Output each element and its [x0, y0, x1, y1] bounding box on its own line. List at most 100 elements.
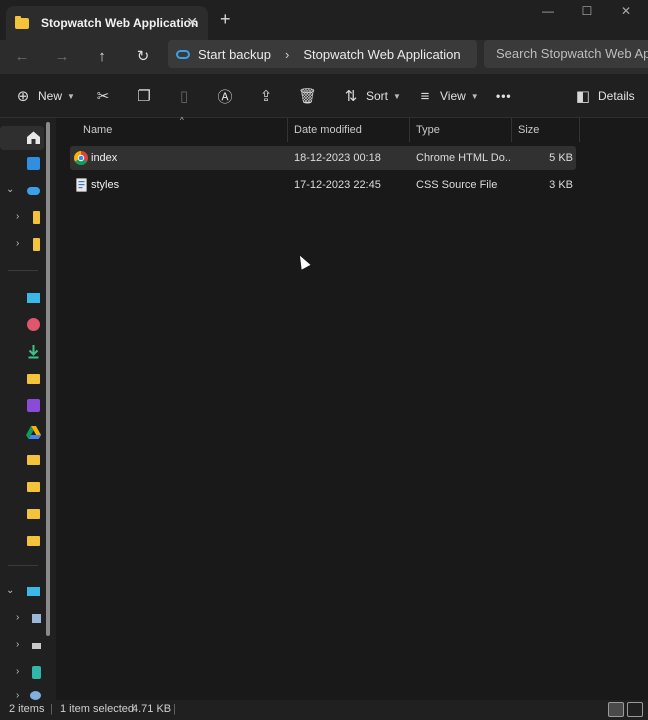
sidebar-item-google-drive[interactable] — [0, 421, 44, 445]
forward-button[interactable]: → — [50, 45, 74, 69]
chevron-right-icon: › — [16, 211, 20, 222]
chevron-right-icon: › — [16, 666, 20, 677]
more-options-icon: ••• — [496, 89, 512, 103]
sidebar-item-folder-4[interactable] — [0, 448, 44, 472]
sidebar-item-folder-7[interactable] — [0, 529, 44, 553]
file-name: styles — [91, 179, 120, 191]
share-icon: ⇪ — [259, 88, 273, 105]
sidebar-item-folder-5[interactable] — [0, 475, 44, 499]
file-row-styles[interactable]: styles 17-12-2023 22:45 CSS Source File … — [70, 173, 576, 197]
status-selection-size: 4.71 KB — [132, 703, 172, 715]
folder-icon — [27, 509, 40, 519]
download-icon — [28, 345, 39, 359]
sidebar-item-drive-1[interactable]: › — [0, 607, 44, 631]
new-button[interactable]: ⊕ New ▼ — [14, 86, 75, 106]
minimize-button[interactable]: — — [528, 4, 568, 22]
google-drive-icon — [26, 426, 41, 439]
file-size: 3 KB — [549, 179, 573, 191]
chrome-icon — [74, 151, 88, 165]
copy-icon: ❐ — [137, 88, 151, 105]
sidebar-item-desktop[interactable] — [0, 286, 44, 310]
breadcrumb-start-backup[interactable]: Start backup — [198, 47, 271, 62]
chevron-right-icon: › — [16, 639, 20, 650]
sidebar-item-videos[interactable] — [0, 394, 44, 418]
details-button[interactable]: ◧ Details — [574, 86, 635, 106]
rename-button[interactable]: Ⓐ — [216, 86, 234, 106]
delete-button[interactable]: 🗑 — [298, 86, 318, 106]
file-date-modified: 17-12-2023 22:45 — [294, 179, 381, 191]
column-header-size[interactable]: Size — [512, 118, 580, 142]
home-icon — [27, 131, 40, 144]
sort-button[interactable]: ⇅ Sort ▼ — [342, 86, 401, 106]
file-name: index — [91, 152, 118, 164]
address-bar[interactable]: Start backup › Stopwatch Web Application — [168, 40, 477, 68]
view-list-icon: ≡ — [420, 87, 430, 105]
chevron-right-icon: › — [16, 612, 20, 623]
breadcrumb-current-folder[interactable]: Stopwatch Web Application — [303, 47, 460, 62]
maximize-button[interactable]: ☐ — [567, 4, 607, 22]
new-tab-button[interactable]: + — [220, 10, 231, 28]
gallery-icon — [27, 157, 40, 170]
share-button[interactable]: ⇪ — [257, 86, 275, 106]
navigation-pane: ⌄ › › ⌄ › › › › — [0, 118, 56, 701]
trash-icon: 🗑 — [298, 88, 318, 105]
folder-icon — [27, 374, 40, 384]
folder-icon — [27, 536, 40, 546]
file-type: Chrome HTML Do... — [416, 152, 512, 164]
chevron-down-icon: ▼ — [393, 91, 401, 101]
sidebar-item-music[interactable] — [0, 313, 44, 337]
chevron-down-icon: ⌄ — [6, 585, 15, 596]
css-file-icon — [76, 178, 87, 192]
folder-icon — [15, 15, 29, 29]
sidebar-divider — [8, 270, 38, 271]
file-type: CSS Source File — [416, 179, 498, 191]
sidebar-item-folder-6[interactable] — [0, 502, 44, 526]
sidebar-item-drive-3[interactable]: › — [0, 661, 44, 685]
refresh-button[interactable]: ↻ — [131, 45, 155, 69]
computer-icon — [27, 587, 40, 596]
folder-icon — [33, 238, 40, 251]
video-icon — [27, 399, 40, 412]
sidebar-item-folder-1[interactable]: › — [0, 206, 44, 230]
tab-stopwatch-web-application[interactable]: Stopwatch Web Application ✕ — [6, 6, 208, 40]
tab-title: Stopwatch Web Application — [41, 16, 199, 30]
sidebar-item-drive-2[interactable]: › — [0, 634, 44, 658]
file-row-index[interactable]: index 18-12-2023 00:18 Chrome HTML Do...… — [70, 146, 576, 170]
sidebar-item-gallery[interactable] — [0, 152, 44, 176]
sidebar-item-home[interactable] — [0, 126, 44, 150]
chevron-down-icon: ▼ — [470, 91, 479, 101]
chevron-down-icon: ▼ — [67, 91, 75, 101]
back-button[interactable]: ← — [10, 45, 34, 69]
up-button[interactable]: ↑ — [90, 45, 114, 69]
column-header-type[interactable]: Type — [410, 118, 512, 142]
scissors-icon: ✂ — [96, 88, 110, 105]
onedrive-icon — [27, 187, 40, 195]
large-icons-view-toggle-icon[interactable] — [627, 702, 643, 717]
file-list: ^ Name Date modified Type Size index 18-… — [56, 116, 648, 700]
tab-close-icon[interactable]: ✕ — [186, 14, 198, 31]
breadcrumb-separator-icon[interactable]: › — [285, 47, 289, 62]
sidebar-item-onedrive[interactable]: ⌄ — [0, 179, 44, 203]
sidebar-item-folder-2[interactable]: › — [0, 233, 44, 257]
sidebar-item-this-pc[interactable]: ⌄ — [0, 580, 44, 604]
cut-button[interactable]: ✂ — [94, 86, 112, 106]
sidebar-divider — [8, 565, 38, 566]
column-header-name[interactable]: Name — [77, 118, 288, 142]
view-button[interactable]: ≡ View ▼ — [416, 86, 479, 106]
address-row: ← → ↑ ↻ Start backup › Stopwatch Web App… — [0, 40, 648, 74]
file-size: 5 KB — [549, 152, 573, 164]
details-pane-icon: ◧ — [575, 88, 591, 105]
column-header-date-modified[interactable]: Date modified — [288, 118, 410, 142]
network-icon — [30, 691, 41, 700]
details-view-toggle-icon[interactable] — [608, 702, 624, 717]
paste-button[interactable]: ▯ — [175, 86, 193, 106]
close-window-button[interactable]: ✕ — [606, 4, 646, 22]
sidebar-scrollbar[interactable] — [46, 122, 50, 636]
sidebar-item-downloads[interactable] — [0, 340, 44, 364]
copy-button[interactable]: ❐ — [135, 86, 153, 106]
sort-icon: ⇅ — [344, 88, 358, 105]
sidebar-item-folder-3[interactable] — [0, 367, 44, 391]
sort-label: Sort — [366, 89, 389, 103]
more-options-button[interactable]: ••• — [496, 86, 512, 106]
search-input[interactable]: Search Stopwatch Web Application — [484, 40, 648, 68]
